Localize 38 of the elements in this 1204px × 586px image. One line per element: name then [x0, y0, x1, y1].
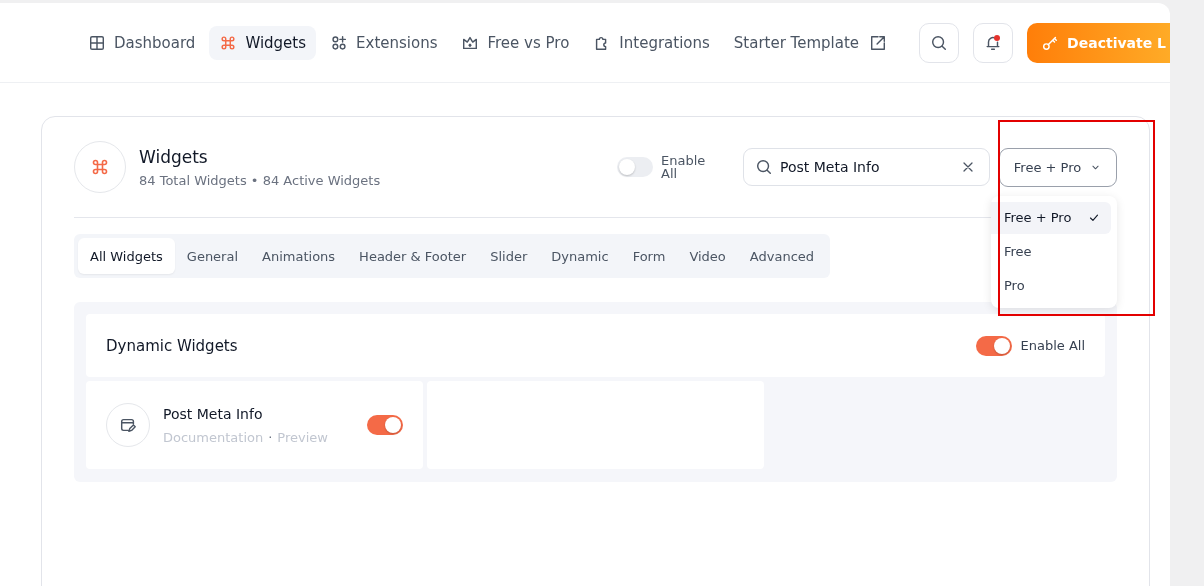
category-tab[interactable]: Advanced	[737, 238, 827, 274]
nav-tab[interactable]: Extensions	[320, 25, 448, 60]
category-tab[interactable]: Form	[620, 238, 678, 274]
widget-toggle[interactable]	[367, 415, 403, 435]
dropdown-option[interactable]: Free	[991, 235, 1111, 268]
category-tab[interactable]: Header & Footer	[347, 238, 479, 274]
search-icon	[755, 158, 773, 176]
enable-all-label: Enable All	[1020, 338, 1085, 353]
link-separator: ·	[268, 429, 273, 445]
category-tab[interactable]: Dynamic	[539, 238, 621, 274]
category-tab[interactable]: General	[174, 238, 251, 274]
dropdown-option[interactable]: Pro	[991, 269, 1111, 302]
category-tab[interactable]: Video	[677, 238, 738, 274]
search-icon	[930, 33, 949, 52]
search-button[interactable]	[919, 22, 960, 63]
widget-name: Post Meta Info	[163, 405, 264, 422]
card-title: Widgets	[139, 146, 209, 167]
widget-count: 84 Total Widgets • 84 Active Widgets	[139, 172, 381, 188]
category-tab[interactable]: Slider	[478, 238, 540, 274]
shapes-icon	[330, 33, 349, 52]
search-field[interactable]: Post Meta Info	[743, 148, 990, 186]
command-icon	[90, 157, 110, 177]
nav-tab[interactable]: Dashboard	[78, 25, 206, 60]
grid-icon	[88, 33, 106, 52]
enable-all-toggle[interactable]	[976, 335, 1013, 356]
nav-tab[interactable]: Starter Template	[723, 25, 898, 60]
section-title: Dynamic Widgets	[106, 336, 238, 355]
enable-all-label: Enable All	[661, 154, 707, 180]
nav-tab[interactable]: Free vs Pro	[451, 25, 580, 60]
dropdown-option[interactable]: Free + Pro	[991, 201, 1111, 234]
notification-button[interactable]	[973, 22, 1014, 63]
window-edit-icon	[119, 416, 137, 434]
category-tab[interactable]: Animations	[250, 238, 348, 274]
enable-all-toggle[interactable]	[617, 157, 653, 177]
nav-tab[interactable]: Widgets	[209, 25, 317, 60]
plan-filter-dropdown[interactable]: Free + Pro	[999, 147, 1117, 187]
nav-tab[interactable]: Integrations	[583, 25, 720, 60]
category-tab[interactable]: All Widgets	[78, 238, 175, 274]
